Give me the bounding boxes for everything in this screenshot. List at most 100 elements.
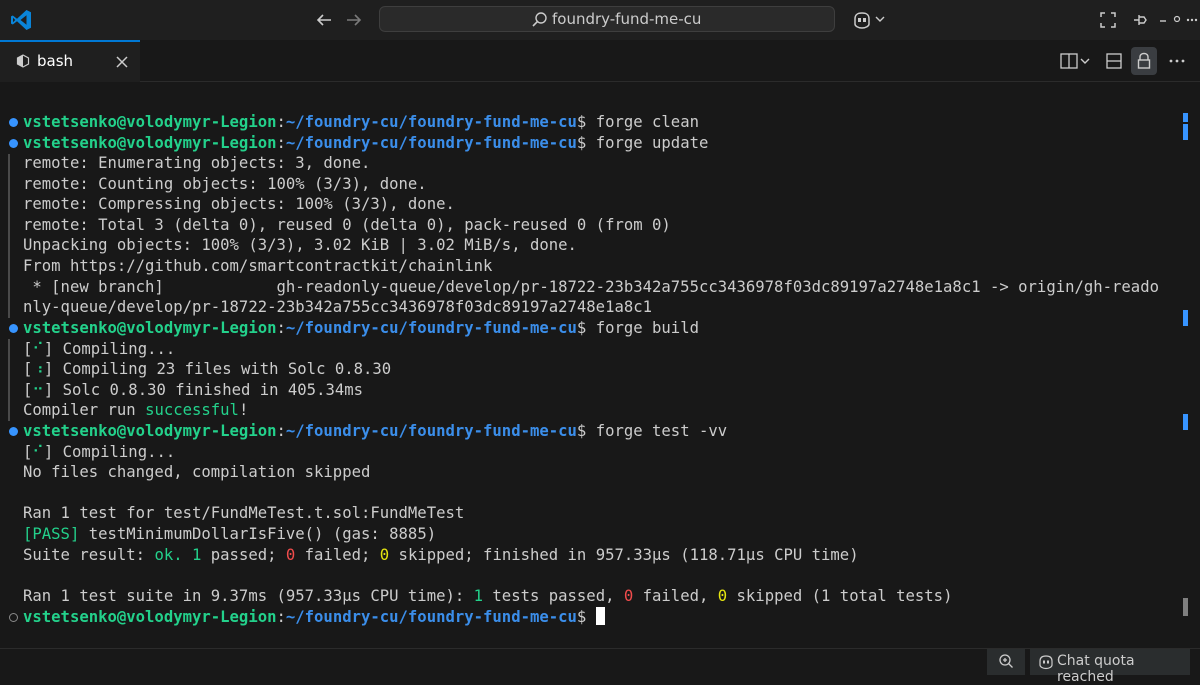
focus-mode-icon[interactable] xyxy=(1099,11,1117,29)
passed-count: 1 xyxy=(192,546,202,564)
output-line: From https://github.com/smartcontractkit… xyxy=(23,257,493,275)
command-text: forge update xyxy=(586,134,709,152)
output-text: failed, xyxy=(633,587,718,605)
output-line: [⠰] Compiling 23 files with Solc 0.8.30 xyxy=(23,359,391,379)
output-text: tests passed, xyxy=(483,587,624,605)
command-output-bar xyxy=(8,339,10,421)
spinner-glyph: ⠊ xyxy=(32,340,44,358)
output-text: passed; xyxy=(201,546,286,564)
output-text: ] Compiling... xyxy=(43,340,176,358)
terminal-tab-bar: bash xyxy=(0,40,1200,82)
prompt-colon: : xyxy=(276,422,286,440)
status-bar: Chat quota reached xyxy=(0,648,1200,685)
failed-count: 0 xyxy=(623,587,634,605)
settings-icon[interactable] xyxy=(1172,11,1182,29)
pass-tag: [PASS] xyxy=(23,525,80,543)
prompt-path: ~/foundry-cu/foundry-fund-me-cu xyxy=(285,608,577,626)
lock-button[interactable] xyxy=(1131,47,1157,75)
output-line: * [new branch] gh-readonly-queue/develop… xyxy=(23,278,1159,296)
output-text: ! xyxy=(238,401,249,419)
chevron-down-icon[interactable] xyxy=(1079,55,1091,67)
output-line: [⠊] Compiling... xyxy=(23,442,175,462)
pin-icon[interactable] xyxy=(1131,11,1149,29)
output-line: Unpacking objects: 100% (3/3), 3.02 KiB … xyxy=(23,236,577,254)
split-editor-icon[interactable] xyxy=(1059,51,1079,71)
prompt-char: $ xyxy=(576,319,587,337)
prompt-user-host: vstetsenko@volodymyr-Legion xyxy=(23,422,277,440)
zoom-button[interactable] xyxy=(987,649,1025,675)
chat-quota-text: Chat quota reached xyxy=(1057,653,1135,685)
scroll-marker xyxy=(1183,598,1188,616)
prompt-user-host: vstetsenko@volodymyr-Legion xyxy=(23,134,277,152)
minimize-icon[interactable] xyxy=(1158,11,1168,29)
prompt-path: ~/foundry-cu/foundry-fund-me-cu xyxy=(285,319,577,337)
prompt-line: vstetsenko@volodymyr-Legion:~/foundry-cu… xyxy=(23,133,708,153)
chevron-down-icon[interactable] xyxy=(874,13,886,25)
output-text: Suite result: xyxy=(23,546,155,564)
prompt-line: vstetsenko@volodymyr-Legion:~/foundry-cu… xyxy=(23,112,699,132)
output-line: Suite result: ok. 1 passed; 0 failed; 0 … xyxy=(23,545,859,565)
command-success-marker[interactable] xyxy=(9,427,18,436)
close-icon[interactable] xyxy=(115,55,129,69)
output-text: failed; xyxy=(295,546,380,564)
prompt-colon: : xyxy=(276,134,286,152)
spinner-bracket: [ xyxy=(23,340,33,358)
command-success-marker[interactable] xyxy=(9,139,18,148)
spinner-bracket: [ xyxy=(23,360,33,378)
terminal-output[interactable]: vstetsenko@volodymyr-Legion:~/foundry-cu… xyxy=(0,82,1188,648)
command-text: forge clean xyxy=(586,113,699,131)
prompt-char: $ xyxy=(576,422,587,440)
prompt-path: ~/foundry-cu/foundry-fund-me-cu xyxy=(285,113,577,131)
output-line: Ran 1 test suite in 9.37ms (957.33µs CPU… xyxy=(23,586,952,606)
command-success-marker[interactable] xyxy=(9,324,18,333)
scroll-marker xyxy=(1183,310,1188,326)
prompt-user-host: vstetsenko@volodymyr-Legion xyxy=(23,113,277,131)
prompt-char: $ xyxy=(576,113,587,131)
output-line: remote: Counting objects: 100% (3/3), do… xyxy=(23,175,427,193)
output-text: skipped; finished in 957.33µs (118.71µs … xyxy=(389,546,859,564)
forward-arrow-icon[interactable] xyxy=(343,9,365,31)
spinner-bracket: [ xyxy=(23,443,33,461)
skipped-count: 0 xyxy=(379,546,390,564)
output-line: [⠊] Compiling... xyxy=(23,339,175,359)
copilot-icon xyxy=(1039,655,1053,670)
output-line: remote: Compressing objects: 100% (3/3),… xyxy=(23,195,455,213)
output-line: Ran 1 test for test/FundMeTest.t.sol:Fun… xyxy=(23,504,465,522)
output-text: ] Solc 0.8.30 finished in 405.34ms xyxy=(43,381,364,399)
back-arrow-icon[interactable] xyxy=(313,9,335,31)
prompt-char: $ xyxy=(576,608,587,626)
terminal-icon xyxy=(16,54,30,68)
prompt-colon: : xyxy=(276,113,286,131)
zoom-icon xyxy=(999,654,1013,668)
prompt-path: ~/foundry-cu/foundry-fund-me-cu xyxy=(285,422,577,440)
output-line: Compiler run successful! xyxy=(23,400,248,420)
copilot-icon[interactable] xyxy=(851,9,873,31)
output-line: No files changed, compilation skipped xyxy=(23,463,371,481)
command-center-search[interactable]: foundry-fund-me-cu xyxy=(379,6,835,32)
output-text: testMinimumDollarIsFive() (gas: 8885) xyxy=(79,525,437,543)
toggle-panel-icon[interactable] xyxy=(1104,51,1124,71)
output-text: skipped (1 total tests) xyxy=(727,587,953,605)
search-icon xyxy=(532,12,547,27)
more-actions-icon[interactable] xyxy=(1167,51,1187,71)
command-text: forge build xyxy=(586,319,699,337)
spinner-bracket: [ xyxy=(23,381,33,399)
chat-quota-status[interactable]: Chat quota reached xyxy=(1030,649,1190,685)
output-line: remote: Enumerating objects: 3, done. xyxy=(23,154,371,172)
passed-count: 1 xyxy=(473,587,484,605)
success-text: successful xyxy=(145,401,239,419)
prompt-user-host: vstetsenko@volodymyr-Legion xyxy=(23,608,277,626)
vscode-logo-icon xyxy=(11,10,31,30)
scroll-marker xyxy=(1183,414,1188,430)
command-text: forge test -vv xyxy=(586,422,728,440)
output-line: [⠒] Solc 0.8.30 finished in 405.34ms xyxy=(23,380,363,400)
more-icon[interactable] xyxy=(1186,11,1198,29)
skipped-count: 0 xyxy=(717,587,728,605)
tab-bash[interactable]: bash xyxy=(0,40,140,82)
command-pending-marker[interactable] xyxy=(9,613,18,622)
output-text: Compiler run xyxy=(23,401,146,419)
prompt-line[interactable]: vstetsenko@volodymyr-Legion:~/foundry-cu… xyxy=(23,607,605,627)
command-success-marker[interactable] xyxy=(9,118,18,127)
output-line: [PASS] testMinimumDollarIsFive() (gas: 8… xyxy=(23,524,436,544)
